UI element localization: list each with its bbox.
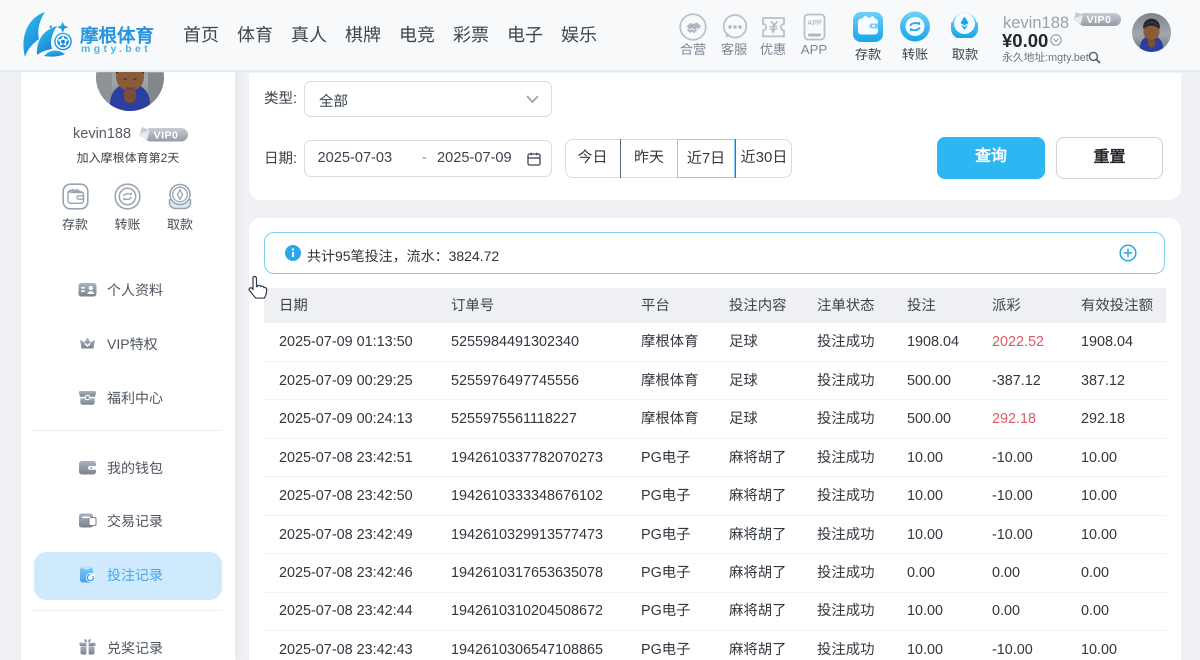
svg-text:APP: APP <box>807 20 822 27</box>
svg-text:VIP0: VIP0 <box>154 130 179 142</box>
svg-text:VIP0: VIP0 <box>1087 14 1112 26</box>
